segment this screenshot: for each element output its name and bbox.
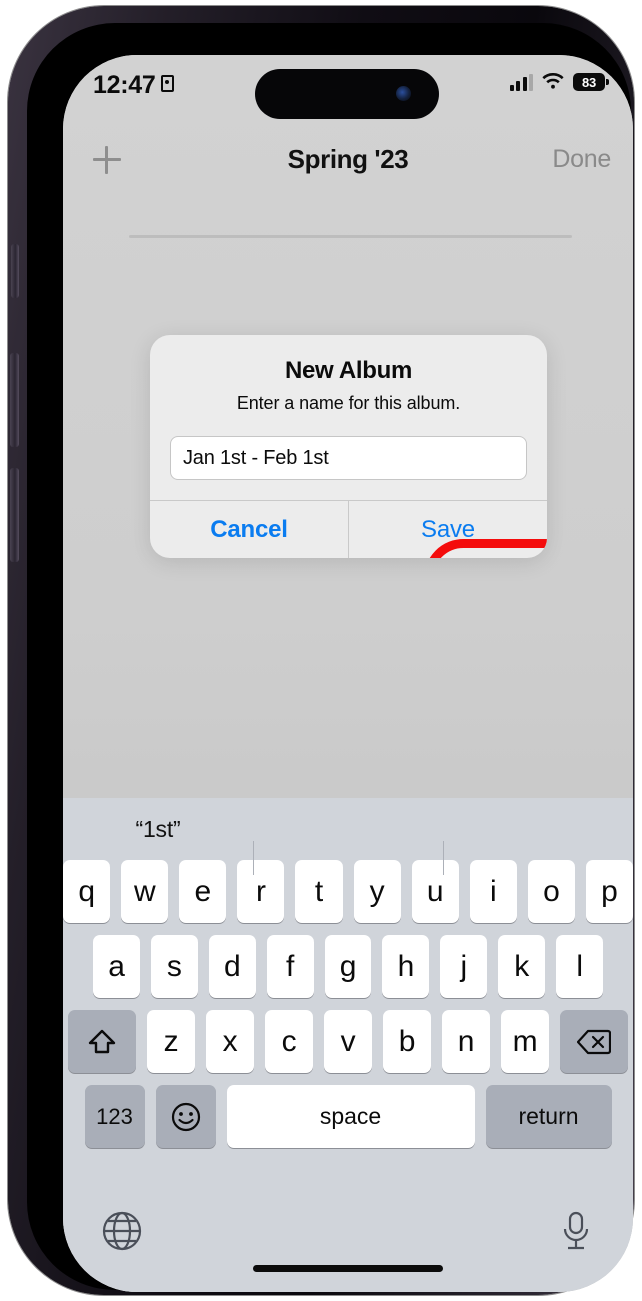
- home-indicator: [253, 1265, 443, 1272]
- status-indicators: 83: [509, 73, 609, 91]
- key-j[interactable]: j: [440, 935, 488, 998]
- key-r[interactable]: r: [237, 860, 285, 923]
- key-n[interactable]: n: [442, 1010, 490, 1073]
- volume-down-button[interactable]: [10, 468, 19, 562]
- keyboard-row-bottom: z x c v b n m: [63, 1010, 633, 1073]
- keyboard-row-space: 123 space return: [63, 1085, 633, 1148]
- key-p[interactable]: p: [585, 860, 633, 923]
- key-l[interactable]: l: [556, 935, 604, 998]
- microphone-icon[interactable]: [559, 1210, 593, 1252]
- key-o[interactable]: o: [527, 860, 575, 923]
- backspace-icon[interactable]: [560, 1010, 628, 1073]
- cellular-signal-icon: [509, 73, 533, 91]
- key-m[interactable]: m: [501, 1010, 549, 1073]
- battery-level: 83: [581, 74, 597, 90]
- dynamic-island: [255, 69, 439, 119]
- prediction-slot-1[interactable]: “1st”: [63, 816, 253, 843]
- dialog-title: New Album: [284, 357, 413, 384]
- album-name-input[interactable]: [170, 436, 527, 480]
- battery-icon: 83: [573, 73, 609, 91]
- globe-icon[interactable]: [101, 1210, 143, 1252]
- key-g[interactable]: g: [324, 935, 372, 998]
- dialog-body: New Album Enter a name for this album.: [150, 335, 547, 500]
- key-u[interactable]: u: [411, 860, 459, 923]
- return-key[interactable]: return: [485, 1085, 612, 1148]
- status-time: 12:47: [93, 71, 156, 99]
- predictive-text-bar: “1st”: [63, 798, 633, 875]
- phone-screen: 12:47 83 Spring '23 Done New Album Enter…: [63, 55, 633, 1292]
- key-x[interactable]: x: [206, 1010, 254, 1073]
- key-a[interactable]: a: [93, 935, 140, 998]
- phone-bezel: 12:47 83 Spring '23 Done New Album Enter…: [27, 23, 633, 1292]
- phone-frame: 12:47 83 Spring '23 Done New Album Enter…: [8, 6, 634, 1295]
- space-key[interactable]: space: [226, 1085, 475, 1148]
- key-i[interactable]: i: [469, 860, 517, 923]
- content-divider: [129, 235, 572, 238]
- location-services-icon: [161, 75, 174, 92]
- key-f[interactable]: f: [266, 935, 314, 998]
- key-s[interactable]: s: [150, 935, 198, 998]
- keyboard-row-top: q w e r t y u i o p: [63, 860, 633, 923]
- key-e[interactable]: e: [179, 860, 227, 923]
- cancel-button[interactable]: Cancel: [150, 501, 349, 558]
- key-w[interactable]: w: [121, 860, 169, 923]
- key-y[interactable]: y: [353, 860, 401, 923]
- done-button[interactable]: Done: [552, 145, 611, 174]
- key-q[interactable]: q: [63, 860, 111, 923]
- numeric-keyboard-button[interactable]: 123: [84, 1085, 145, 1148]
- front-camera-icon: [396, 86, 411, 101]
- key-h[interactable]: h: [382, 935, 430, 998]
- keyboard-footer: [63, 1196, 633, 1292]
- volume-up-button[interactable]: [10, 353, 19, 447]
- emoji-icon[interactable]: [155, 1085, 216, 1148]
- key-c[interactable]: c: [265, 1010, 313, 1073]
- key-v[interactable]: v: [324, 1010, 372, 1073]
- page-title: Spring '23: [287, 144, 409, 174]
- new-album-dialog: New Album Enter a name for this album. C…: [150, 335, 547, 558]
- dialog-message: Enter a name for this album.: [236, 393, 461, 413]
- key-b[interactable]: b: [383, 1010, 431, 1073]
- shift-icon[interactable]: [68, 1010, 136, 1073]
- key-d[interactable]: d: [208, 935, 256, 998]
- navigation-bar: Spring '23 Done: [63, 133, 633, 187]
- onscreen-keyboard: “1st” q w e r t y u i o p a s d f g h j …: [63, 798, 633, 1292]
- wifi-icon: [542, 73, 564, 89]
- key-k[interactable]: k: [498, 935, 546, 998]
- key-t[interactable]: t: [295, 860, 343, 923]
- key-z[interactable]: z: [147, 1010, 195, 1073]
- silent-switch[interactable]: [11, 244, 19, 298]
- keyboard-row-home: a s d f g h j k l: [63, 935, 633, 998]
